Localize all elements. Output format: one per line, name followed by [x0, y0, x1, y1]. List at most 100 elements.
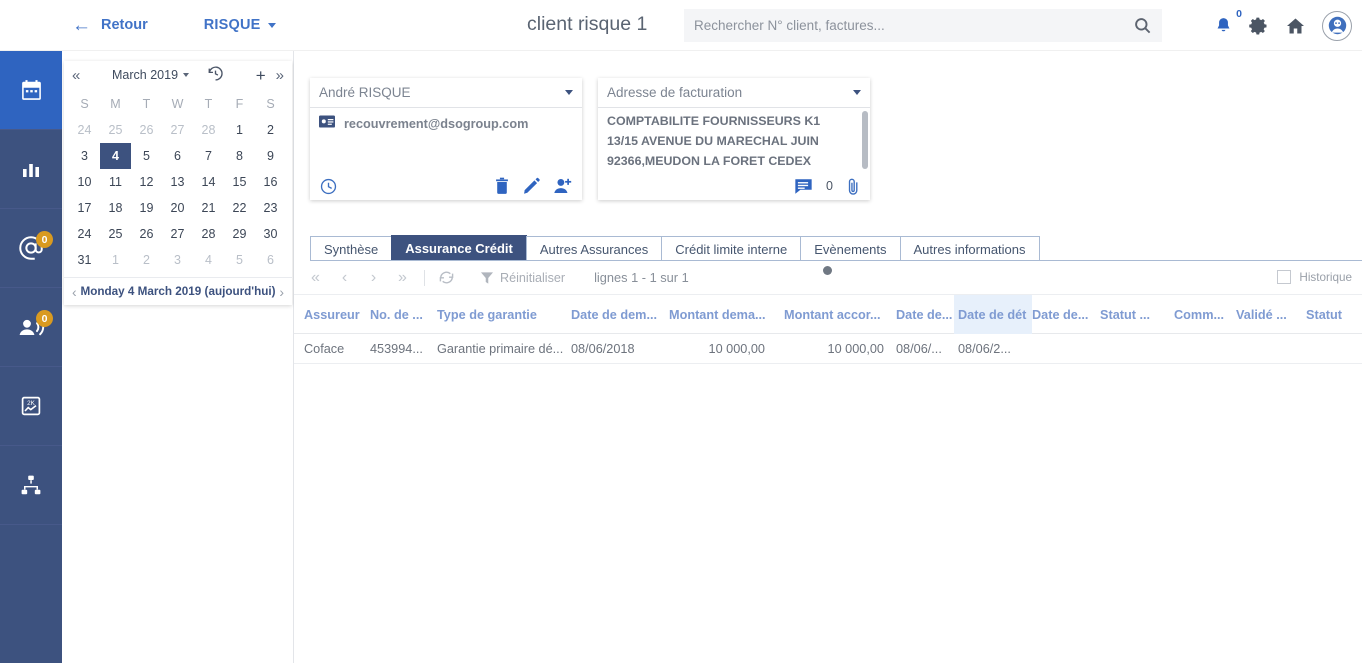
calendar-day[interactable]: 27	[162, 117, 193, 143]
calendar-day[interactable]: 10	[69, 169, 100, 195]
historique-checkbox[interactable]: Historique	[1277, 270, 1352, 284]
column-header[interactable]: Statut	[1306, 295, 1352, 334]
calendar-day[interactable]: 21	[193, 195, 224, 221]
column-header[interactable]: Validé ...	[1236, 295, 1290, 334]
grid-prev-page[interactable]: ‹	[330, 261, 359, 295]
calendar-day[interactable]: 1	[224, 117, 255, 143]
contact-selector[interactable]: André RISQUE	[310, 78, 582, 108]
tab-synth-se[interactable]: Synthèse	[310, 236, 393, 261]
grid-first-page[interactable]: «	[301, 261, 330, 295]
pencil-icon[interactable]	[523, 177, 540, 195]
calendar-week-row: 31 1 2 3 4 5 6	[69, 247, 287, 273]
calendar-day[interactable]: 15	[224, 169, 255, 195]
sidebar-item-calendar[interactable]	[0, 51, 62, 130]
grid-reset-filter-button[interactable]: Réinitialiser	[480, 271, 565, 285]
calendar-day[interactable]: 27	[162, 221, 193, 247]
calendar-day[interactable]: 18	[100, 195, 131, 221]
calendar-day[interactable]: 8	[224, 143, 255, 169]
notifications-button[interactable]: 0	[1214, 8, 1242, 36]
calendar-day[interactable]: 26	[131, 221, 162, 247]
calendar-day[interactable]: 3	[69, 143, 100, 169]
calendar-day[interactable]: 23	[255, 195, 286, 221]
sidebar-item-reports[interactable]: 2K	[0, 367, 62, 446]
calendar-day[interactable]: 11	[100, 169, 131, 195]
column-header[interactable]: Statut ...	[1100, 295, 1156, 334]
entity-selector[interactable]: RISQUE	[204, 17, 276, 33]
calendar-day[interactable]: 1	[100, 247, 131, 273]
grid-refresh-button[interactable]	[432, 269, 461, 286]
avatar[interactable]	[1322, 10, 1352, 41]
calendar-day[interactable]: 31	[69, 247, 100, 273]
calendar-day[interactable]: 9	[255, 143, 286, 169]
calendar-day[interactable]: 7	[193, 143, 224, 169]
sidebar-item-organisation[interactable]	[0, 446, 62, 525]
calendar-next-day[interactable]: ›	[279, 284, 284, 300]
column-header[interactable]: Date de...	[1032, 295, 1090, 334]
column-header[interactable]: Date de...	[896, 295, 952, 334]
home-button[interactable]	[1285, 16, 1306, 36]
tab-ev-nements[interactable]: Evènements	[800, 236, 901, 261]
calendar-day[interactable]: 2	[131, 247, 162, 273]
calendar-day[interactable]: 24	[69, 221, 100, 247]
sidebar-item-messages[interactable]: 0	[0, 209, 62, 288]
column-header[interactable]: Comm...	[1174, 295, 1226, 334]
column-header[interactable]: Date de dét	[954, 295, 1032, 334]
add-person-icon[interactable]	[553, 177, 573, 195]
address-selector[interactable]: Adresse de facturation	[598, 78, 870, 108]
calendar-day[interactable]: 25	[100, 221, 131, 247]
table-row[interactable]: Coface 453994... Garantie primaire dé... 08…	[294, 334, 1362, 364]
column-header[interactable]: Date de dem...	[571, 295, 659, 334]
calendar-day[interactable]: 22	[224, 195, 255, 221]
calendar-add-event[interactable]: +	[256, 67, 266, 84]
tab-autres-informations[interactable]: Autres informations	[899, 236, 1040, 261]
tab-cr-dit-limite-interne[interactable]: Crédit limite interne	[661, 236, 802, 261]
calendar-day[interactable]: 12	[131, 169, 162, 195]
calendar-day[interactable]: 13	[162, 169, 193, 195]
settings-button[interactable]	[1249, 16, 1269, 36]
sidebar-item-statistics[interactable]	[0, 130, 62, 209]
calendar-prev-month[interactable]: «	[72, 68, 80, 83]
historique-checkbox-box[interactable]	[1277, 270, 1292, 284]
calendar-day[interactable]: 2	[255, 117, 286, 143]
back-button[interactable]: ← Retour	[72, 16, 148, 35]
calendar-day[interactable]: 25	[100, 117, 131, 143]
calendar-day[interactable]: 5	[224, 247, 255, 273]
grid-next-page[interactable]: ›	[359, 261, 388, 295]
calendar-day[interactable]: 3	[162, 247, 193, 273]
column-header[interactable]: No. de ...	[370, 295, 428, 334]
column-header[interactable]: Assureur	[304, 295, 364, 334]
history-clock-icon[interactable]	[207, 65, 224, 85]
search-input[interactable]	[684, 18, 1122, 33]
calendar-month-selector[interactable]: March 2019	[112, 68, 190, 82]
calendar-day[interactable]: 6	[255, 247, 286, 273]
comment-icon[interactable]	[794, 178, 813, 195]
calendar-day[interactable]: 16	[255, 169, 286, 195]
search-icon[interactable]	[1122, 9, 1162, 42]
tab-assurance-cr-dit[interactable]: Assurance Crédit	[391, 235, 527, 261]
column-header[interactable]: Montant dema...	[669, 295, 766, 334]
calendar-day[interactable]: 19	[131, 195, 162, 221]
calendar-day[interactable]: 30	[255, 221, 286, 247]
calendar-next-month[interactable]: »	[276, 68, 284, 83]
calendar-day[interactable]: 17	[69, 195, 100, 221]
calendar-day[interactable]: 29	[224, 221, 255, 247]
tab-autres-assurances[interactable]: Autres Assurances	[525, 236, 663, 261]
calendar-day[interactable]: 28	[193, 221, 224, 247]
column-header[interactable]: Montant accor...	[784, 295, 884, 334]
trash-icon[interactable]	[494, 177, 510, 195]
grid-last-page[interactable]: »	[388, 261, 417, 295]
column-header[interactable]: Type de garantie	[437, 295, 557, 334]
calendar-day[interactable]: 4	[193, 247, 224, 273]
calendar-day[interactable]: 14	[193, 169, 224, 195]
calendar-day[interactable]: 24	[69, 117, 100, 143]
calendar-day[interactable]: 28	[193, 117, 224, 143]
calendar-day[interactable]: 26	[131, 117, 162, 143]
calendar-day-selected[interactable]: 4	[100, 143, 131, 169]
sidebar-item-calls[interactable]: 0	[0, 288, 62, 367]
paperclip-icon[interactable]	[846, 177, 861, 196]
calendar-day[interactable]: 6	[162, 143, 193, 169]
clock-icon[interactable]	[319, 177, 338, 196]
address-scrollbar[interactable]	[862, 111, 868, 169]
calendar-day[interactable]: 20	[162, 195, 193, 221]
calendar-day[interactable]: 5	[131, 143, 162, 169]
